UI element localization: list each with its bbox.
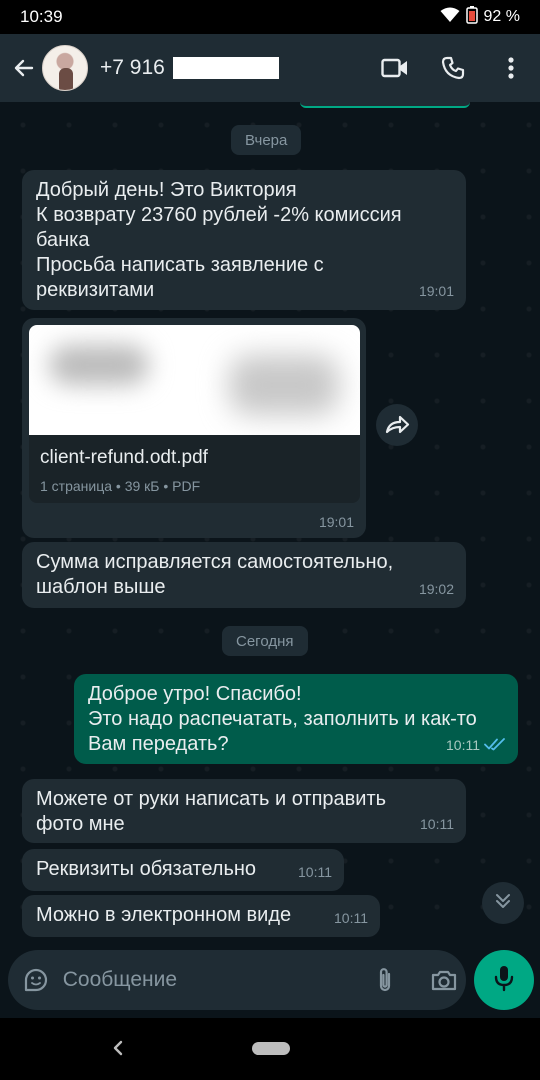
wifi-icon [440,7,460,28]
redacted-block [172,57,279,79]
message-time: 10:11 [420,816,454,832]
scroll-down-button[interactable] [482,882,524,924]
date-divider-today: Сегодня [222,626,308,656]
microphone-icon [494,964,514,997]
message-time: 19:01 [318,514,354,530]
message-text: Сумма исправляется самостоятельно, шабло… [36,551,394,598]
back-arrow-icon[interactable] [6,46,42,90]
document-message[interactable]: client-refund.odt.pdf 1 страница • 39 кБ… [22,318,366,538]
status-bar: 10:39 92 % [0,0,540,34]
video-call-icon[interactable] [366,42,424,94]
message-time: 10:11 [298,864,332,880]
message-bubble[interactable]: Можете от руки написать и отправить фото… [22,779,466,843]
contact-title[interactable]: +7 916 [100,56,279,80]
document-info[interactable]: client-refund.odt.pdf 1 страница • 39 кБ… [29,435,360,503]
nav-back-icon[interactable] [104,1034,132,1062]
message-text: Можно в электронном виде [36,904,292,926]
message-bubble[interactable]: Можно в электронном виде 10:11 [22,895,380,937]
message-time: 10:11 [446,737,480,753]
battery-icon [465,5,478,29]
message-composer [8,950,466,1010]
phone-icon[interactable] [424,42,482,94]
status-time: 10:39 [20,7,63,26]
composer-row [0,944,540,1018]
date-divider-yesterday: Вчера [231,125,302,155]
document-file-name: client-refund.odt.pdf [40,447,208,468]
message-bubble[interactable]: Реквизиты обязательно 10:11 [22,849,344,891]
previous-message-edge [300,102,470,108]
double-chevron-down-icon [494,892,512,915]
message-time: 10:11 [334,910,368,926]
outgoing-message-bubble[interactable]: Доброе утро! Спасибо! Это надо распечата… [74,674,518,764]
more-vert-icon[interactable] [482,42,540,94]
system-nav-bar [0,1018,540,1080]
forward-icon[interactable] [376,404,418,446]
avatar[interactable] [42,45,88,91]
attach-icon[interactable] [364,957,407,1003]
header-actions [366,42,540,94]
message-time: 19:02 [418,581,454,597]
message-bubble[interactable]: Добрый день! Это Виктория К возврату 237… [22,170,466,310]
message-text: Реквизиты обязательно [36,858,257,880]
message-input[interactable] [62,968,334,992]
camera-icon[interactable] [423,957,466,1003]
battery-level: 92 % [483,8,520,25]
emoji-sticker-icon[interactable] [12,954,61,1006]
microphone-button[interactable] [474,950,534,1010]
read-ticks-icon [484,733,506,758]
message-time: 19:01 [418,283,454,299]
chat-header: +7 916 [0,34,540,102]
document-preview[interactable] [29,325,360,435]
chat-area[interactable]: Вчера Добрый день! Это Виктория К возвра… [0,102,540,952]
contact-number: +7 916 [100,56,165,79]
message-text: Можете от руки написать и отправить фото… [36,788,387,835]
document-meta: 1 страница • 39 кБ • PDF [40,478,201,494]
status-icons: 92 % [440,5,520,29]
message-bubble[interactable]: Сумма исправляется самостоятельно, шабло… [22,542,466,608]
message-text: Добрый день! Это Виктория К возврату 237… [36,179,402,301]
nav-home-pill[interactable] [252,1042,290,1055]
